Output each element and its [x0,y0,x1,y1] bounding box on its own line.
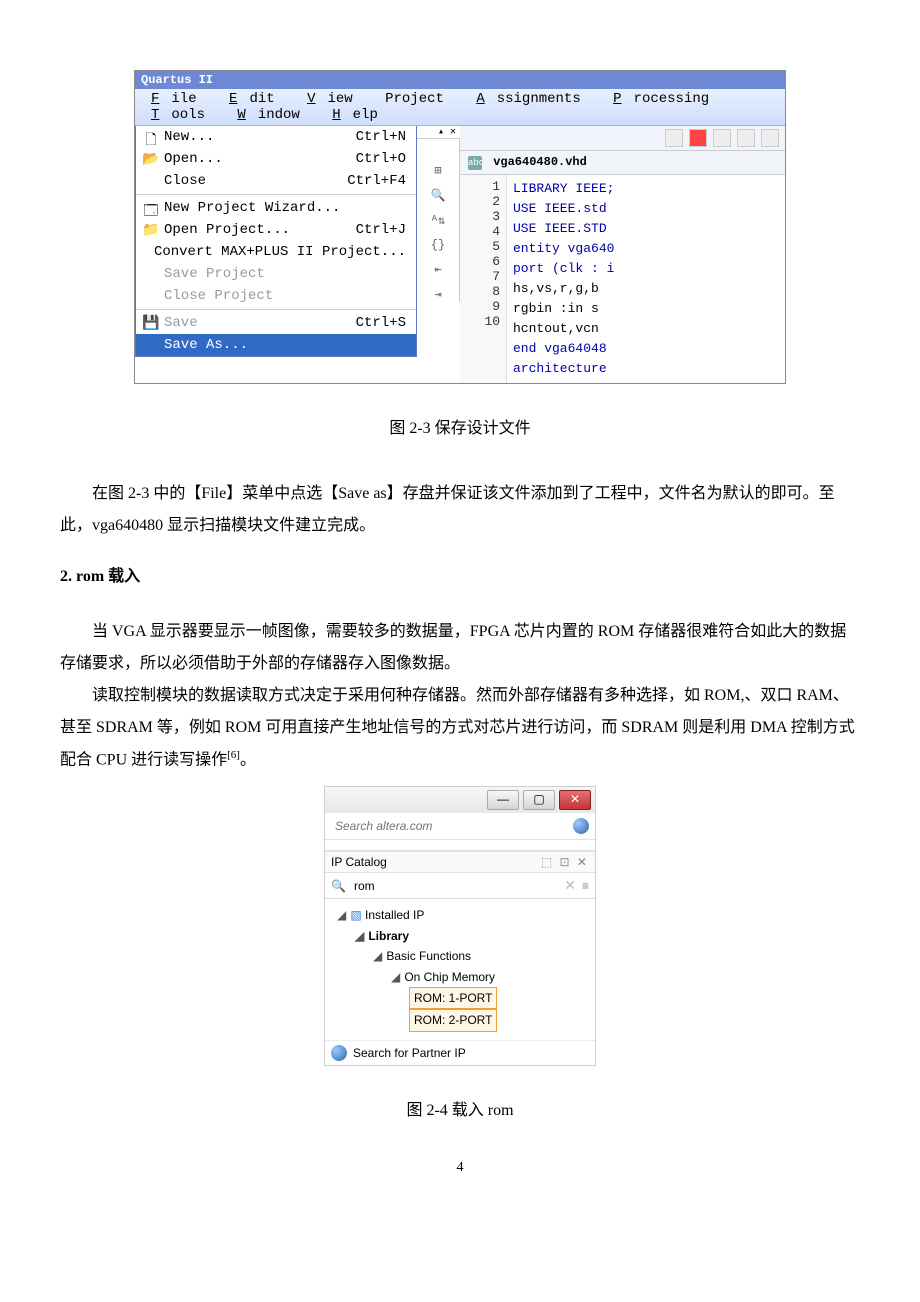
tree-node-on-chip-memory[interactable]: ◢ On Chip Memory [333,967,587,987]
toolbar-icon[interactable] [665,129,683,147]
paragraph-1: 在图 2-3 中的【File】菜单中点选【Save as】存盘并保证该文件添加到… [60,478,860,542]
figure-2-4-caption: 图 2-4 载入 rom [60,1096,860,1120]
open-file-icon: 📂 [142,151,160,167]
quartus-screenshot: Quartus II File Edit View Project Assign… [134,70,786,384]
clear-filter-icon[interactable]: ✕ [564,877,576,894]
line-numbers: 1 2 3 4 5 6 7 8 9 10 [460,175,507,383]
menu-item-close-project: Close Project [136,285,416,307]
editor-gutter-tools: ⊞ 🔍 ᴬ⇅ {} ⇤ ⇥ [417,139,460,302]
file-menu-dropdown: 🗋 New... Ctrl+N 📂 Open... Ctrl+O Close C… [135,126,417,357]
menu-item-open-project[interactable]: 📁 Open Project... Ctrl+J [136,219,416,241]
pane-header-controls[interactable]: ▴ ✕ [417,126,460,139]
vhd-file-icon: abc [468,156,482,170]
quartus-titlebar: Quartus II [135,71,785,89]
wizard-icon: 🗔 [142,200,160,216]
tree-item-rom-1port[interactable]: ROM: 1-PORT [333,987,587,1009]
tool-icon[interactable]: ⊞ [434,163,441,178]
tree-node-basic-functions[interactable]: ◢ Basic Functions [333,946,587,966]
close-button[interactable]: ✕ [559,790,591,810]
quartus-right-pane: ▴ ✕ ⊞ 🔍 ᴬ⇅ {} ⇤ ⇥ abc vga640480.vhd [417,126,785,383]
editor-tab[interactable]: abc vga640480.vhd [460,151,785,175]
ip-catalog-window: — ▢ ✕ IP Catalog ⬚ ⊡ ✕ 🔍 ✕ ≡ ◢ ▧ Install… [324,786,596,1065]
maximize-button[interactable]: ▢ [523,790,555,810]
menu-processing[interactable]: Processing [601,91,721,107]
toolbar-icon[interactable] [737,129,755,147]
tool-icon[interactable]: ᴬ⇅ [431,213,445,228]
globe-icon [331,1045,347,1061]
menu-item-save-as[interactable]: Save As... [136,334,416,356]
filter-menu-icon[interactable]: ≡ [582,879,589,893]
menu-view[interactable]: View [295,91,365,107]
toolbar-icon[interactable] [713,129,731,147]
code-editor[interactable]: 1 2 3 4 5 6 7 8 9 10 LIBRARY IEEE; USE I… [460,175,785,383]
citation-ref: [6] [227,749,240,761]
open-project-icon: 📁 [142,222,160,238]
menu-project[interactable]: Project [373,91,456,107]
menu-item-new[interactable]: 🗋 New... Ctrl+N [136,126,416,148]
menu-item-new-project-wizard[interactable]: 🗔 New Project Wizard... [136,197,416,219]
find-icon[interactable]: 🔍 [431,188,446,203]
menu-help[interactable]: Help [320,107,390,123]
tree-node-installed-ip[interactable]: ◢ ▧ Installed IP [333,905,587,925]
menu-item-open[interactable]: 📂 Open... Ctrl+O [136,148,416,170]
menu-assignments[interactable]: Assignments [464,91,592,107]
menu-item-save: 💾 Save Ctrl+S [136,312,416,334]
toolbar-icon[interactable] [761,129,779,147]
editor-toolbar [460,126,785,151]
altera-search-row [325,813,595,840]
minimize-button[interactable]: — [487,790,519,810]
outdent-icon[interactable]: ⇥ [434,287,441,302]
tree-item-rom-2port[interactable]: ROM: 2-PORT [333,1009,587,1031]
partner-ip-link[interactable]: Search for Partner IP [353,1046,466,1060]
editor-tab-label: vga640480.vhd [493,155,587,169]
ip-tree: ◢ ▧ Installed IP ◢ Library ◢ Basic Funct… [325,899,595,1039]
ip-filter-row: 🔍 ✕ ≡ [325,873,595,899]
save-icon: 💾 [142,315,160,331]
search-icon: 🔍 [331,879,346,893]
new-file-icon: 🗋 [142,129,160,145]
ip-catalog-header: IP Catalog ⬚ ⊡ ✕ [325,851,595,873]
ip-filter-input[interactable] [352,878,558,894]
ip-catalog-title: IP Catalog [331,855,387,869]
tree-node-library[interactable]: ◢ Library [333,926,587,946]
ip-footer[interactable]: Search for Partner IP [325,1040,595,1065]
menu-tools[interactable]: Tools [139,107,217,123]
menu-item-save-project: Save Project [136,263,416,285]
page-number: 4 [60,1160,860,1176]
quartus-menubar: File Edit View Project Assignments Proce… [135,89,785,126]
altera-search-input[interactable] [331,817,567,835]
toolbar-stop-icon[interactable] [689,129,707,147]
menu-item-close[interactable]: Close Ctrl+F4 [136,170,416,192]
panel-controls[interactable]: ⬚ ⊡ ✕ [541,855,589,869]
indent-icon[interactable]: ⇤ [434,262,441,277]
section-heading-rom: 2. rom 载入 [60,562,860,586]
menu-edit[interactable]: Edit [217,91,287,107]
window-titlebar: — ▢ ✕ [325,787,595,813]
paragraph-2: 当 VGA 显示器要显示一帧图像，需要较多的数据量，FPGA 芯片内置的 ROM… [60,616,860,776]
menu-item-convert-project[interactable]: Convert MAX+PLUS II Project... [136,241,416,263]
braces-icon[interactable]: {} [431,238,445,252]
code-text: LIBRARY IEEE; USE IEEE.std USE IEEE.STD … [507,175,620,383]
figure-2-3-caption: 图 2-3 保存设计文件 [60,414,860,438]
globe-icon[interactable] [573,818,589,834]
menu-window[interactable]: Window [225,107,311,123]
menu-file[interactable]: File [139,91,209,107]
